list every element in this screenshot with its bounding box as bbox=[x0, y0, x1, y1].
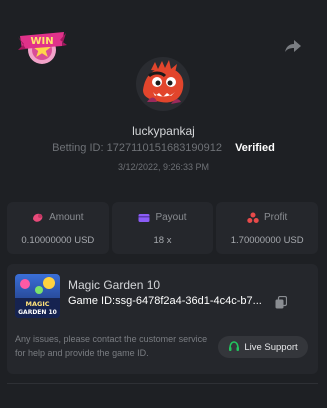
stat-profit-value: 1.70000000 USD bbox=[230, 234, 304, 246]
game-thumbnail[interactable]: MAGIC GARDEN 10 bbox=[15, 274, 60, 318]
share-icon[interactable] bbox=[284, 38, 302, 54]
avatar bbox=[136, 57, 190, 111]
bet-timestamp: 3/12/2022, 9:26:33 PM bbox=[117, 162, 210, 172]
bet-header: WIN luckypankaj Betting ID: 172711015168… bbox=[0, 0, 327, 190]
stat-amount-label: Amount bbox=[49, 212, 84, 223]
thumb-text-2: GARDEN 10 bbox=[18, 309, 57, 316]
betting-id-value: 1727110151683190912 bbox=[106, 142, 223, 154]
amount-icon bbox=[33, 213, 43, 222]
betting-id-line: Betting ID: 1727110151683190912 Verified bbox=[0, 142, 327, 154]
betting-id-label: Betting ID: bbox=[52, 142, 104, 154]
game-id-value: ssg-6478f2a4-36d1-4c4c-b7... bbox=[115, 295, 262, 307]
stat-amount: Amount 0.10000000 USD bbox=[7, 202, 109, 254]
headset-icon bbox=[229, 341, 240, 351]
thumb-text-1: MAGIC bbox=[25, 300, 49, 308]
verified-badge: Verified bbox=[235, 142, 275, 154]
game-id-label: Game ID: bbox=[68, 295, 116, 307]
stat-payout-value: 18 x bbox=[153, 234, 172, 246]
stat-profit-label: Profit bbox=[264, 212, 288, 223]
divider bbox=[7, 383, 318, 384]
live-support-label: Live Support bbox=[244, 341, 298, 353]
username: luckypankaj bbox=[132, 124, 195, 138]
stat-profit: Profit 1.70000000 USD bbox=[216, 202, 319, 254]
win-badge-icon: WIN bbox=[18, 32, 67, 64]
game-name[interactable]: Magic Garden 10 bbox=[68, 278, 160, 292]
stat-amount-value: 0.10000000 USD bbox=[21, 234, 95, 246]
win-badge-text: WIN bbox=[30, 36, 53, 47]
stat-payout-label: Payout bbox=[155, 212, 187, 223]
help-text: Any issues, please contact the customer … bbox=[15, 334, 208, 358]
copy-icon[interactable] bbox=[275, 296, 287, 309]
profit-icon bbox=[247, 212, 259, 223]
payout-card-icon bbox=[138, 213, 150, 222]
game-id: Game ID:ssg-6478f2a4-36d1-4c4c-b7... bbox=[68, 295, 262, 307]
bet-stats: Amount 0.10000000 USD Payout 18 x Profit… bbox=[7, 202, 319, 254]
stat-payout: Payout 18 x bbox=[111, 202, 214, 254]
live-support-button[interactable]: Live Support bbox=[218, 336, 308, 358]
game-card: MAGIC GARDEN 10 Magic Garden 10 Game ID:… bbox=[7, 264, 318, 374]
